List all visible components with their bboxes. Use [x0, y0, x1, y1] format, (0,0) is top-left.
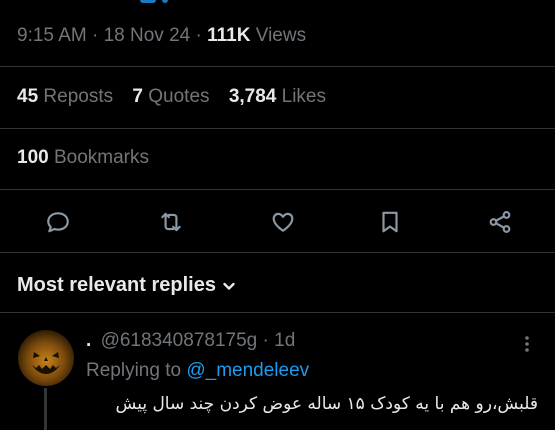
mention-link[interactable]: @_mendeleev	[186, 360, 309, 381]
chevron-down-icon	[223, 282, 235, 290]
likes-label: Likes	[281, 86, 326, 107]
views-count: 111K	[207, 25, 251, 46]
replies-sort-button[interactable]: Most relevant replies	[17, 274, 236, 297]
replying-prefix: Replying to	[86, 360, 182, 381]
replies-sort-label: Most relevant replies	[17, 274, 216, 296]
reply-button[interactable]	[40, 204, 76, 240]
divider	[0, 189, 555, 190]
reply-text: قلبش،رو هم با یه کودک ۱۵ ساله عوض کردن چ…	[115, 394, 538, 414]
divider	[0, 128, 555, 129]
replying-to-line: Replying to @_mendeleev	[86, 360, 309, 382]
clipped-link	[140, 0, 156, 3]
action-bar	[0, 200, 555, 244]
share-icon	[489, 211, 511, 233]
tweet-meta: 9:15 AM · 18 Nov 24 · 111K Views	[17, 25, 306, 47]
likes-stat[interactable]: 3,784 Likes	[229, 86, 326, 107]
repost-icon	[161, 212, 181, 232]
bookmark-icon	[382, 211, 398, 233]
quotes-stat[interactable]: 7 Quotes	[132, 86, 209, 107]
divider	[0, 312, 555, 313]
meta-separator: ·	[195, 25, 202, 46]
share-button[interactable]	[482, 204, 518, 240]
reply-author-line: . @618340878175g · 1d	[86, 330, 295, 352]
reply-handle[interactable]: @618340878175g	[101, 330, 258, 351]
like-button[interactable]	[265, 204, 301, 240]
reply-display-name[interactable]: .	[86, 330, 91, 351]
reply-icon	[47, 212, 69, 233]
reposts-label: Reposts	[43, 86, 114, 107]
clipped-link	[162, 0, 168, 3]
quotes-count: 7	[132, 86, 143, 107]
bookmarks-label: Bookmarks	[53, 147, 150, 168]
reposts-stat[interactable]: 45 Reposts	[17, 86, 113, 107]
likes-count: 3,784	[228, 86, 277, 107]
bookmark-button[interactable]	[372, 204, 408, 240]
like-icon	[272, 212, 294, 232]
reposts-count: 45	[17, 86, 39, 107]
tweet-date[interactable]: 18 Nov 24	[104, 25, 191, 46]
repost-button[interactable]	[153, 204, 189, 240]
quotes-label: Quotes	[148, 86, 210, 107]
engagement-stats: 45 Reposts 7 Quotes 3,784 Likes	[17, 86, 340, 108]
previous-content-clip	[0, 0, 555, 8]
bookmarks-count: 100	[17, 147, 49, 168]
bookmarks-stat[interactable]: 100 Bookmarks	[17, 147, 149, 169]
more-vertical-icon[interactable]	[518, 332, 536, 356]
reply-age[interactable]: 1d	[274, 330, 295, 351]
divider	[0, 66, 555, 67]
meta-separator: ·	[92, 25, 99, 46]
views-label: Views	[255, 25, 307, 46]
divider	[0, 252, 555, 253]
thread-line	[44, 388, 47, 430]
pumpkin-avatar[interactable]	[18, 330, 74, 386]
meta-separator: ·	[262, 330, 269, 351]
pumpkin-face-icon	[32, 352, 60, 374]
tweet-time[interactable]: 9:15 AM	[17, 25, 87, 46]
